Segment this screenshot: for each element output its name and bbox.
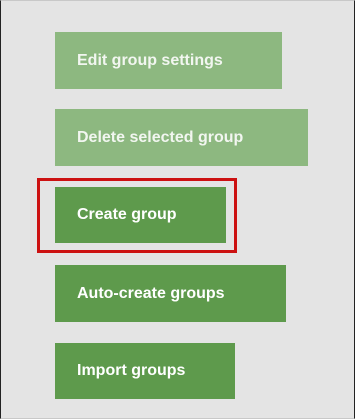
group-actions-panel: Edit group settings Delete selected grou… bbox=[0, 0, 355, 419]
create-group-button[interactable]: Create group bbox=[55, 187, 226, 243]
delete-selected-group-button[interactable]: Delete selected group bbox=[55, 109, 308, 166]
import-groups-button[interactable]: Import groups bbox=[55, 343, 235, 399]
edit-group-settings-button[interactable]: Edit group settings bbox=[55, 32, 282, 89]
auto-create-groups-button[interactable]: Auto-create groups bbox=[55, 265, 286, 322]
